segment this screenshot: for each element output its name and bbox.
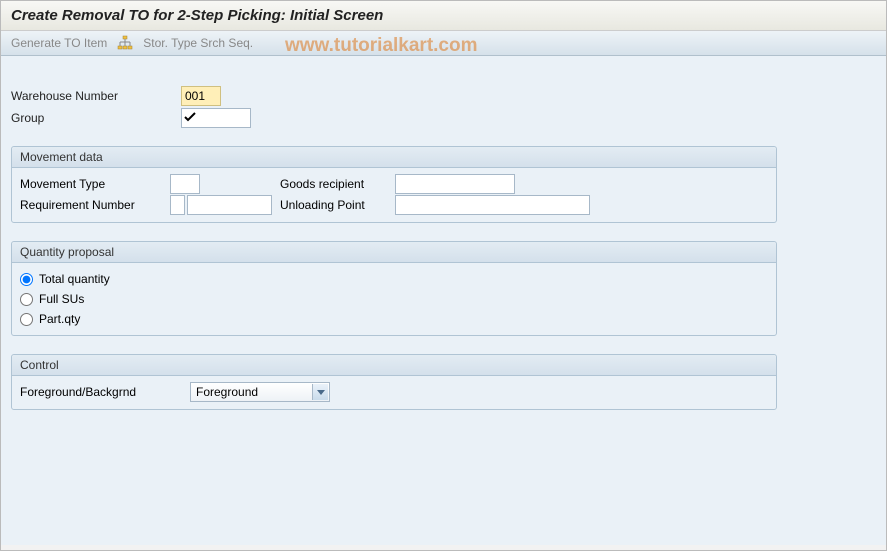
stor-type-srch-seq-button[interactable]: Stor. Type Srch Seq. (143, 36, 253, 50)
part-qty-label: Part.qty (39, 312, 80, 326)
full-sus-label: Full SUs (39, 292, 84, 306)
foreground-backgrnd-label: Foreground/Backgrnd (20, 385, 190, 399)
movement-type-label: Movement Type (20, 175, 170, 193)
warehouse-number-input[interactable] (181, 86, 221, 106)
generate-to-item-button[interactable]: Generate TO Item (11, 36, 107, 50)
page-title: Create Removal TO for 2-Step Picking: In… (1, 1, 886, 31)
requirement-number-input-2[interactable] (187, 195, 272, 215)
movement-data-header: Movement data (12, 147, 776, 168)
unloading-point-input[interactable] (395, 195, 590, 215)
quantity-proposal-header: Quantity proposal (12, 242, 776, 263)
total-quantity-radio[interactable] (20, 273, 33, 286)
chevron-down-icon (312, 384, 328, 400)
full-sus-radio[interactable] (20, 293, 33, 306)
total-quantity-label: Total quantity (39, 272, 110, 286)
watermark: www.tutorialkart.com (285, 35, 478, 57)
foreground-backgrnd-value: Foreground (191, 383, 329, 401)
unloading-point-label: Unloading Point (275, 198, 395, 212)
group-label: Group (11, 108, 181, 128)
quantity-proposal-group: Quantity proposal Total quantity Full SU… (11, 241, 777, 336)
movement-type-input[interactable] (170, 174, 200, 194)
goods-recipient-input[interactable] (395, 174, 515, 194)
foreground-backgrnd-select[interactable]: Foreground (190, 382, 330, 402)
group-input[interactable] (181, 108, 251, 128)
main-area: Warehouse Number Group Movement data Mov… (1, 56, 886, 545)
control-group: Control Foreground/Backgrnd Foreground (11, 354, 777, 410)
goods-recipient-label: Goods recipient (275, 177, 395, 191)
requirement-number-label: Requirement Number (20, 196, 170, 214)
org-structure-icon[interactable] (117, 35, 133, 51)
part-qty-radio[interactable] (20, 313, 33, 326)
control-header: Control (12, 355, 776, 376)
movement-data-group: Movement data Movement Type Goods recipi… (11, 146, 777, 223)
requirement-number-input-1[interactable] (170, 195, 185, 215)
warehouse-number-label: Warehouse Number (11, 86, 181, 106)
